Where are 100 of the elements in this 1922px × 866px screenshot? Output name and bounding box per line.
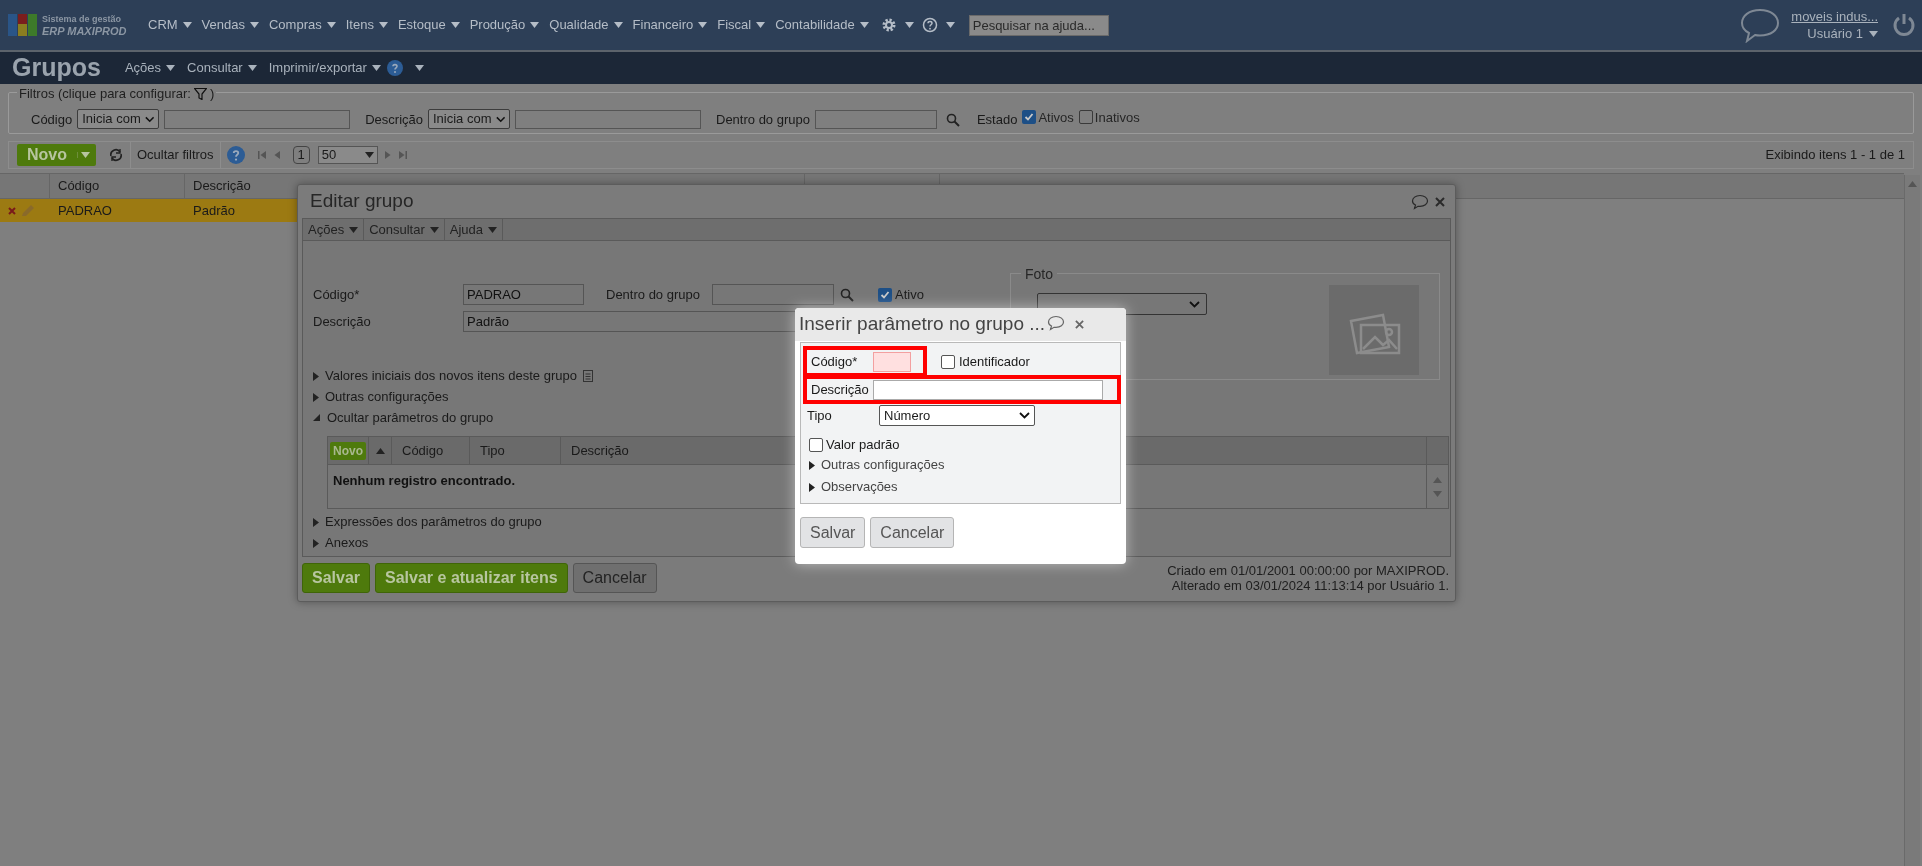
items-summary: Exibindo itens 1 - 1 de 1 <box>1765 146 1906 165</box>
note-icon[interactable] <box>582 370 593 382</box>
filters-legend[interactable]: Filtros (clique para configurar: <box>19 84 191 104</box>
help-icon[interactable] <box>226 146 245 164</box>
menu-item[interactable]: Vendas <box>201 15 259 35</box>
image-placeholder-icon <box>1329 285 1419 375</box>
last-page-icon[interactable] <box>397 150 408 160</box>
caret-icon <box>182 22 192 28</box>
new-button[interactable]: Novo <box>17 144 96 166</box>
section-toggle[interactable]: Observações <box>821 477 898 497</box>
user-menu[interactable]: Usuário 1 <box>1807 25 1878 42</box>
input-field[interactable] <box>164 110 351 129</box>
modified-info: Alterado em 03/01/2024 11:13:14 por Usuário 1. <box>1171 578 1449 593</box>
menu-item[interactable]: CRM <box>148 15 192 35</box>
table-cell-text: Padrão <box>192 201 235 220</box>
sort-icon[interactable] <box>375 447 385 454</box>
page-number-field[interactable]: 1 <box>292 146 310 164</box>
caret-icon <box>613 22 623 28</box>
help-search-field[interactable]: Pesquisar na ajuda... <box>968 14 1109 36</box>
help-icon[interactable] <box>921 17 938 33</box>
expand-icon[interactable] <box>809 460 815 470</box>
checkbox-label: Valor padrão <box>826 436 900 454</box>
close-icon[interactable] <box>1435 196 1445 207</box>
input-field[interactable] <box>515 110 701 129</box>
refresh-icon[interactable] <box>108 148 124 162</box>
collapse-icon[interactable] <box>313 414 321 422</box>
chevron-icon <box>1189 300 1200 308</box>
menu-item[interactable]: Fiscal <box>717 15 766 35</box>
button[interactable]: Salvar <box>302 563 371 593</box>
scrollbar[interactable] <box>1904 175 1920 866</box>
menu-item[interactable]: Produção <box>469 15 540 35</box>
button[interactable]: Cancelar <box>572 563 657 593</box>
first-page-icon[interactable] <box>256 150 267 160</box>
menu-item[interactable]: Ações <box>303 219 365 240</box>
operator-select[interactable]: Inicia com <box>428 109 510 129</box>
checkbox[interactable] <box>878 287 892 302</box>
hide-filters-button[interactable]: Ocultar filtros <box>130 142 221 168</box>
section-toggle[interactable]: Ocultar parâmetros do grupo <box>327 408 494 428</box>
filter-icon[interactable] <box>193 87 207 100</box>
chat-icon[interactable] <box>1411 193 1429 210</box>
chat-icon[interactable] <box>1047 314 1066 331</box>
menu-item[interactable]: Consultar <box>187 58 257 78</box>
search-icon[interactable] <box>840 287 854 302</box>
input-field[interactable] <box>873 351 911 372</box>
input-field[interactable] <box>873 379 1103 400</box>
button[interactable]: Salvar <box>800 517 866 548</box>
next-page-icon[interactable] <box>383 150 392 160</box>
menu-item[interactable]: Financeiro <box>632 15 708 35</box>
column-header[interactable]: Código <box>50 174 185 198</box>
menu-item[interactable]: Ações <box>124 58 176 78</box>
checkbox[interactable] <box>1078 110 1093 125</box>
page-size-select[interactable]: 50 <box>317 146 378 164</box>
power-icon[interactable] <box>1892 12 1916 38</box>
menu-item[interactable]: Compras <box>269 15 336 35</box>
logo-tagline: Sistema de gestão <box>42 13 123 25</box>
menu-item[interactable]: Consultar <box>364 219 445 240</box>
table-row[interactable]: PADRAO Padrão <box>0 199 300 222</box>
checkbox-label: Inativos <box>1094 108 1140 127</box>
type-select[interactable]: Número <box>879 405 1035 426</box>
menu-item[interactable]: Qualidade <box>549 15 623 35</box>
menu-item[interactable]: Itens <box>345 15 388 35</box>
previous-page-icon[interactable] <box>272 150 281 160</box>
page-title: Grupos <box>12 52 101 84</box>
menu-item[interactable]: Estoque <box>397 15 460 35</box>
chat-icon[interactable] <box>1739 7 1782 43</box>
expand-icon[interactable] <box>809 482 815 492</box>
help-icon[interactable] <box>386 60 403 76</box>
company-link[interactable]: moveis indus... <box>1791 8 1878 25</box>
caret-icon <box>698 22 708 28</box>
checkbox[interactable] <box>1022 110 1037 125</box>
button[interactable]: Salvar e atualizar itens <box>375 563 568 593</box>
input-field[interactable]: PADRAO <box>463 284 584 305</box>
close-icon[interactable] <box>1075 320 1085 329</box>
menu-item[interactable]: Ajuda <box>444 219 504 240</box>
checkbox-label: Ativos <box>1038 108 1074 127</box>
empty-message: Nenhum registro encontrado. <box>333 473 516 488</box>
logo-icon <box>8 12 38 38</box>
input-field[interactable] <box>814 110 937 129</box>
checkbox[interactable] <box>941 354 955 369</box>
button[interactable]: Cancelar <box>870 517 955 548</box>
section-toggle[interactable]: Expressões dos parâmetros do grupo <box>325 512 542 532</box>
settings-icon[interactable] <box>880 17 897 33</box>
column-header[interactable]: Tipo <box>469 437 560 464</box>
chevron-icon <box>495 115 505 123</box>
operator-select[interactable]: Inicia com <box>77 109 160 129</box>
delete-icon[interactable] <box>8 206 16 215</box>
menu-item[interactable]: Imprimir/exportar <box>268 58 381 78</box>
caret-icon <box>364 152 374 158</box>
section-toggle[interactable]: Outras configurações <box>821 455 945 475</box>
input-field[interactable] <box>712 284 834 305</box>
caret-icon <box>326 22 336 28</box>
section-toggle[interactable]: Valores iniciais dos novos itens deste grupo <box>325 366 577 386</box>
caret-icon <box>488 226 498 233</box>
search-icon[interactable] <box>945 113 960 127</box>
field-label: Código <box>31 110 73 129</box>
section-toggle[interactable]: Anexos <box>325 533 369 553</box>
checkbox[interactable] <box>809 437 823 452</box>
section-toggle[interactable]: Outras configurações <box>325 387 449 407</box>
menu-item[interactable]: Contabilidade <box>775 15 869 35</box>
column-header[interactable]: Código <box>391 437 469 464</box>
